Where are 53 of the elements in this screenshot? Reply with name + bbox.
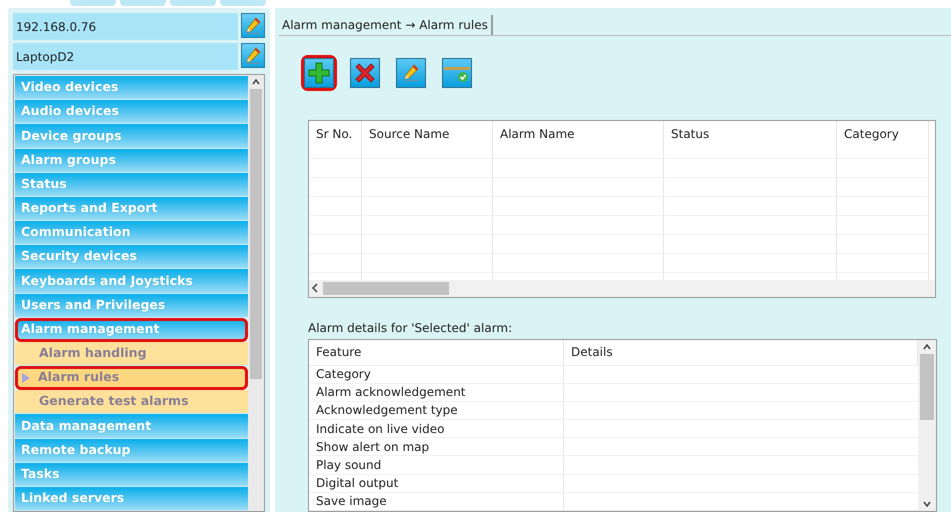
vertical-scrollbar[interactable] bbox=[918, 340, 936, 511]
edit-button[interactable] bbox=[393, 55, 429, 91]
pencil-icon bbox=[245, 16, 261, 34]
nav-item[interactable]: Communication bbox=[15, 221, 248, 246]
apply-button[interactable] bbox=[439, 55, 475, 91]
nav-item[interactable]: Users and Privileges bbox=[15, 294, 248, 318]
nav-item[interactable]: Video devices bbox=[15, 76, 248, 100]
details-title: Alarm details for 'Selected' alarm: bbox=[308, 320, 514, 334]
connection-field[interactable]: 192.168.0.76 bbox=[13, 13, 238, 40]
table-cell: Save image bbox=[309, 492, 564, 510]
table-cell: Acknowledgement type bbox=[309, 402, 564, 420]
scrollbar-thumb[interactable] bbox=[920, 354, 934, 420]
nav-item[interactable]: Alarm groups bbox=[15, 148, 248, 173]
table-cell: Show alert on map bbox=[309, 438, 564, 456]
plus-icon bbox=[308, 62, 330, 84]
edit-button[interactable] bbox=[241, 43, 265, 68]
table-cell: Play sound bbox=[309, 456, 564, 474]
scrollbar-thumb[interactable] bbox=[250, 89, 262, 379]
tab-strip bbox=[70, 0, 116, 6]
column-header[interactable]: Feature bbox=[309, 340, 564, 364]
scrollbar-thumb[interactable] bbox=[323, 282, 449, 294]
nav-item[interactable]: Remote backup bbox=[15, 438, 248, 463]
tab-strip bbox=[220, 0, 266, 6]
connection-field[interactable]: LaptopD2 bbox=[13, 43, 238, 70]
table-cell: Digital output bbox=[309, 474, 564, 492]
table-cell: Indicate on live video bbox=[309, 420, 564, 438]
nav-subitem[interactable]: Generate test alarms bbox=[15, 390, 248, 414]
nav-item[interactable]: Device groups bbox=[15, 124, 248, 149]
nav-item[interactable]: Alarm management bbox=[15, 318, 248, 342]
delete-button[interactable] bbox=[347, 55, 383, 91]
edit-button[interactable] bbox=[241, 13, 265, 38]
tab-strip bbox=[170, 0, 216, 6]
table-cell: Category bbox=[309, 366, 564, 383]
nav-item[interactable]: Linked servers bbox=[15, 486, 248, 511]
tab[interactable]: Alarm management → Alarm rules bbox=[279, 15, 493, 35]
delete-icon bbox=[353, 61, 377, 85]
pencil-icon bbox=[245, 46, 261, 64]
tab-strip bbox=[120, 0, 166, 6]
triangle-icon bbox=[22, 372, 30, 383]
nav-item[interactable]: Status bbox=[15, 172, 248, 197]
nav-item[interactable]: Security devices bbox=[15, 245, 248, 270]
table-cell: Alarm acknowledgement bbox=[309, 384, 564, 401]
nav-item[interactable]: Reports and Export bbox=[15, 196, 248, 222]
nav-item[interactable]: Keyboards and Joysticks bbox=[15, 269, 248, 294]
nav-subitem[interactable]: Alarm handling bbox=[15, 342, 248, 366]
nav-item[interactable]: Tasks bbox=[15, 462, 248, 487]
add-button[interactable] bbox=[301, 55, 337, 91]
nav-item[interactable]: Audio devices bbox=[15, 100, 248, 124]
pencil-icon bbox=[403, 64, 419, 82]
scrollbar[interactable] bbox=[248, 75, 264, 511]
horizontal-scrollbar[interactable] bbox=[309, 280, 935, 296]
nav-subitem[interactable]: Alarm rules bbox=[15, 366, 248, 390]
nav-item[interactable]: Data management bbox=[15, 414, 248, 439]
